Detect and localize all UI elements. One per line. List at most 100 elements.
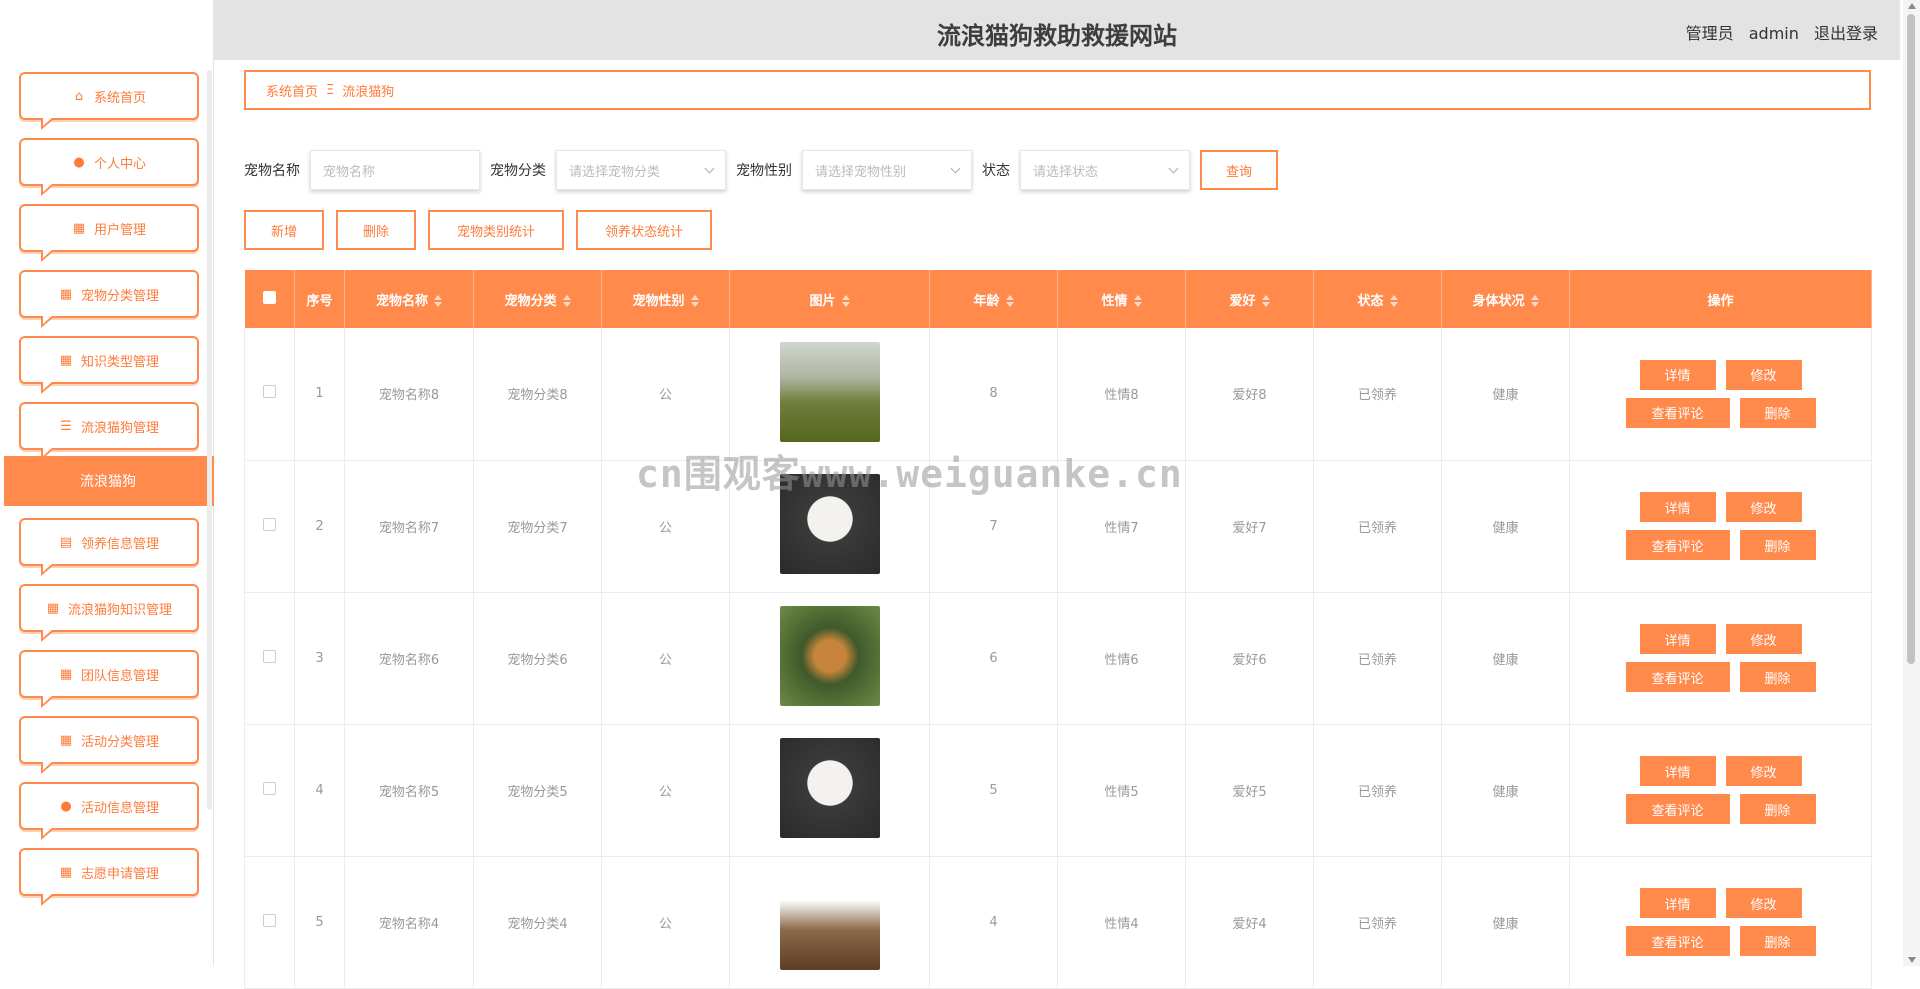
edit-button[interactable]: 修改 xyxy=(1725,756,1802,786)
sidebar-item-3-items2[interactable]: ▦ 活动分类管理 xyxy=(19,716,199,774)
cell-select[interactable] xyxy=(244,856,295,989)
sort-icon[interactable] xyxy=(1133,295,1142,307)
select-all-header[interactable] xyxy=(244,270,295,328)
col-status[interactable]: 状态 xyxy=(1313,270,1442,328)
row-checkbox[interactable] xyxy=(263,385,276,399)
edit-button[interactable]: 修改 xyxy=(1725,624,1802,654)
sort-icon[interactable] xyxy=(562,295,571,307)
col-name[interactable]: 宠物名称 xyxy=(344,270,474,328)
col-gender[interactable]: 宠物性别 xyxy=(601,270,730,328)
row-checkbox[interactable] xyxy=(263,649,276,663)
pet-image[interactable] xyxy=(779,738,880,838)
view-comments-button[interactable]: 查看评论 xyxy=(1625,530,1730,560)
sort-icon[interactable] xyxy=(1261,295,1270,307)
delete-row-button[interactable]: 删除 xyxy=(1739,794,1816,824)
select-all-checkbox[interactable] xyxy=(262,290,276,304)
scroll-up-icon[interactable] xyxy=(1908,3,1916,9)
sidebar-item-2-items[interactable]: ▦ 用户管理 xyxy=(19,204,199,262)
sort-icon[interactable] xyxy=(434,295,442,307)
category-stats-button[interactable]: 宠物类别统计 xyxy=(428,210,564,250)
cell-select[interactable] xyxy=(244,328,295,461)
sidebar-item-3-items[interactable]: ▦ 宠物分类管理 xyxy=(19,270,199,328)
table-row: 3 宠物名称6 宠物分类6 公 6 性情6 爱好6 已领养 健康 详情 修改 查看评论 删除 xyxy=(244,592,1872,725)
chevron-down-icon xyxy=(1168,163,1179,174)
cell-select[interactable] xyxy=(244,724,295,857)
cell-category: 宠物分类6 xyxy=(473,592,602,725)
sidebar-item-5-items[interactable]: ☰ 流浪猫狗管理 xyxy=(19,402,199,460)
cell-ops: 详情 修改查看评论 删除 xyxy=(1569,460,1872,593)
sort-icon[interactable] xyxy=(1005,295,1014,307)
sidebar: ⌂ 系统首页 ● 个人中心 ▦ 用户管理 ▦ 宠物分类管理 ▦ 知识类型管理 ☰ 流浪猫狗管理 流浪猫… xyxy=(0,0,214,966)
view-comments-button[interactable]: 查看评论 xyxy=(1625,794,1730,824)
cell-gender: 公 xyxy=(601,856,730,989)
page-scrollbar[interactable] xyxy=(1903,0,1920,966)
cell-age: 6 xyxy=(929,592,1058,725)
edit-button[interactable]: 修改 xyxy=(1725,359,1802,390)
pet-name-input[interactable]: 宠物名称 xyxy=(310,150,480,190)
edit-button[interactable]: 修改 xyxy=(1725,888,1802,918)
status-select[interactable]: 请选择状态 xyxy=(1020,150,1190,190)
adoption-stats-button[interactable]: 领养状态统计 xyxy=(576,210,712,250)
delete-row-button[interactable]: 删除 xyxy=(1739,530,1816,560)
cell-image xyxy=(729,328,930,461)
status-label: 状态 xyxy=(982,163,1010,179)
col-image[interactable]: 图片 xyxy=(729,270,930,328)
cell-select[interactable] xyxy=(244,592,295,725)
view-comments-button[interactable]: 查看评论 xyxy=(1625,926,1730,956)
sort-icon[interactable] xyxy=(690,295,699,307)
pet-image[interactable] xyxy=(779,341,880,442)
edit-button[interactable]: 修改 xyxy=(1725,492,1802,522)
chevron-down-icon xyxy=(950,163,961,174)
detail-button[interactable]: 详情 xyxy=(1639,756,1716,786)
add-button[interactable]: 新增 xyxy=(244,210,324,250)
query-button[interactable]: 查询 xyxy=(1200,150,1278,190)
row-checkbox[interactable] xyxy=(263,517,276,531)
breadcrumb-home[interactable]: 系统首页 xyxy=(266,81,318,100)
pet-gender-placeholder: 请选择宠物性别 xyxy=(815,164,907,180)
user-area: 管理员 admin 退出登录 xyxy=(1676,20,1878,44)
pet-category-select[interactable]: 请选择宠物分类 xyxy=(556,150,726,190)
col-age[interactable]: 年龄 xyxy=(929,270,1058,328)
pets-table: 序号 宠物名称 宠物分类 宠物性别 图片 年龄 性情 爱好 状态 身体状况 操作… xyxy=(244,270,1872,989)
row-checkbox[interactable] xyxy=(263,913,276,927)
sidebar-item-0-items[interactable]: ⌂ 系统首页 xyxy=(19,72,199,130)
col-category[interactable]: 宠物分类 xyxy=(473,270,602,328)
scroll-down-icon[interactable] xyxy=(1908,957,1916,963)
sidebar-item-label: 用户管理 xyxy=(93,222,146,238)
delete-row-button[interactable]: 删除 xyxy=(1739,662,1816,692)
cell-status: 已领养 xyxy=(1313,460,1442,593)
sidebar-scrollbar[interactable] xyxy=(207,70,212,810)
col-temper[interactable]: 性情 xyxy=(1057,270,1186,328)
scrollbar-thumb[interactable] xyxy=(1907,14,1915,664)
view-comments-button[interactable]: 查看评论 xyxy=(1625,397,1730,428)
col-hobby[interactable]: 爱好 xyxy=(1185,270,1314,328)
row-checkbox[interactable] xyxy=(263,781,276,795)
delete-row-button[interactable]: 删除 xyxy=(1739,926,1816,956)
logout-link[interactable]: 退出登录 xyxy=(1814,24,1878,43)
sort-icon[interactable] xyxy=(1389,295,1398,307)
sidebar-item-1-items2[interactable]: ▦ 流浪猫狗知识管理 xyxy=(19,584,199,642)
sidebar-item-1-items[interactable]: ● 个人中心 xyxy=(19,138,199,196)
delete-row-button[interactable]: 删除 xyxy=(1739,397,1816,428)
col-health[interactable]: 身体状况 xyxy=(1441,270,1570,328)
sort-icon[interactable] xyxy=(1530,295,1539,307)
view-comments-button[interactable]: 查看评论 xyxy=(1625,662,1730,692)
sidebar-item-stray-pets[interactable]: 流浪猫狗 xyxy=(4,456,214,506)
detail-button[interactable]: 详情 xyxy=(1639,359,1716,390)
sidebar-item-2-items2[interactable]: ▦ 团队信息管理 xyxy=(19,650,199,708)
cell-select[interactable] xyxy=(244,460,295,593)
detail-button[interactable]: 详情 xyxy=(1639,492,1716,522)
pet-image[interactable] xyxy=(779,606,880,706)
detail-button[interactable]: 详情 xyxy=(1639,624,1716,654)
sidebar-item-4-items[interactable]: ▦ 知识类型管理 xyxy=(19,336,199,394)
pet-gender-select[interactable]: 请选择宠物性别 xyxy=(802,150,972,190)
sidebar-item-0-items2[interactable]: ▤ 领养信息管理 xyxy=(19,518,199,576)
grid-icon: ▦ xyxy=(59,352,73,368)
sort-icon[interactable] xyxy=(841,295,850,307)
cell-hobby: 爱好7 xyxy=(1185,460,1314,593)
delete-button[interactable]: 删除 xyxy=(336,210,416,250)
pet-image[interactable] xyxy=(779,870,880,970)
detail-button[interactable]: 详情 xyxy=(1639,888,1716,918)
sidebar-item-5-items2[interactable]: ▦ 志愿申请管理 xyxy=(19,848,199,906)
sidebar-item-4-items2[interactable]: ● 活动信息管理 xyxy=(19,782,199,840)
